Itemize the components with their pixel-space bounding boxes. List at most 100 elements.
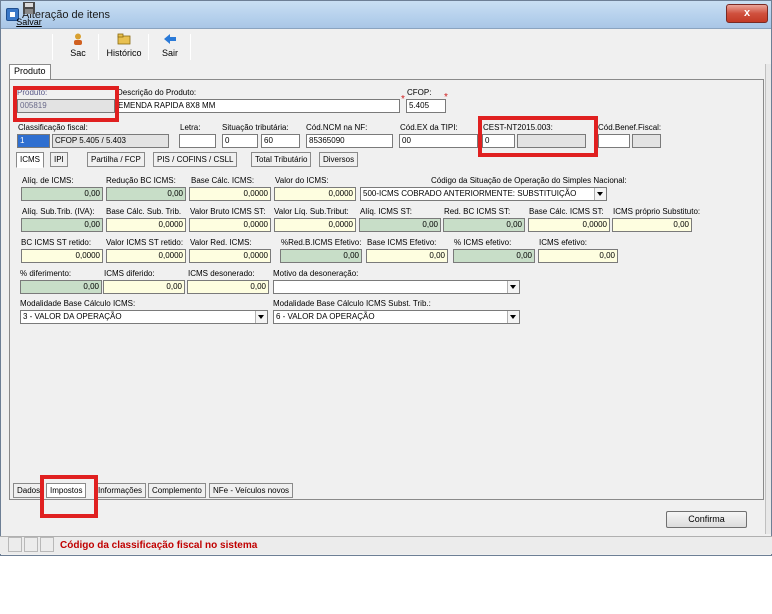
- valor-icms-field[interactable]: 0,0000: [274, 187, 356, 201]
- situacao-field-1[interactable]: 0: [222, 134, 258, 148]
- icms-efetivo-label: ICMS efetivo:: [539, 238, 588, 247]
- confirm-button[interactable]: Confirma: [666, 511, 747, 528]
- required-asterisk: *: [401, 94, 405, 105]
- mod-bc-select[interactable]: 3 - VALOR DA OPERAÇÃO: [20, 310, 268, 324]
- benef-field[interactable]: [598, 134, 630, 148]
- aliq-icms-label: Alíq. de ICMS:: [22, 176, 74, 185]
- p-icms-efetivo-label: % ICMS efetivo:: [454, 238, 512, 247]
- classificacao-label: Classificação fiscal:: [18, 123, 88, 132]
- vbruto-st-field[interactable]: 0,0000: [189, 218, 271, 232]
- tab-informacoes[interactable]: Informações: [94, 483, 147, 498]
- aliq-icms-st-field[interactable]: 0,00: [359, 218, 441, 232]
- tab-complemento[interactable]: Complemento: [148, 483, 206, 498]
- toolbar-separator: [148, 34, 149, 60]
- v-red-label: Valor Red. ICMS:: [190, 238, 252, 247]
- status-cell: [40, 537, 54, 552]
- mod-bc-st-value: 6 - VALOR DA OPERAÇÃO: [276, 312, 375, 321]
- bc-retido-label: BC ICMS ST retido:: [21, 238, 92, 247]
- icms-proprio-field[interactable]: 0,00: [612, 218, 692, 232]
- tab-ipi[interactable]: IPI: [50, 152, 68, 167]
- tab-icms[interactable]: ICMS: [16, 152, 44, 168]
- red-bc-label: Redução BC ICMS:: [106, 176, 176, 185]
- chevron-down-icon[interactable]: [507, 281, 519, 293]
- cfop-label: CFOP:: [407, 88, 432, 97]
- pred-efetivo-field[interactable]: 0,00: [280, 249, 362, 263]
- v-retido-field[interactable]: 0,0000: [106, 249, 186, 263]
- vbruto-st-label: Valor Bruto ICMS ST:: [190, 207, 266, 216]
- person-icon: [74, 33, 82, 45]
- diferimento-field[interactable]: 0,00: [20, 280, 102, 294]
- red-bc-field[interactable]: 0,00: [106, 187, 186, 201]
- title-bar[interactable]: [1, 1, 771, 29]
- p-icms-efetivo-field[interactable]: 0,00: [453, 249, 535, 263]
- letra-field[interactable]: [179, 134, 216, 148]
- tab-partilha-fcp[interactable]: Partilha / FCP: [87, 152, 145, 167]
- icms-diferido-label: ICMS diferido:: [104, 269, 155, 278]
- ncm-field[interactable]: 85365090: [306, 134, 393, 148]
- descricao-label: Descrição do Produto:: [117, 88, 197, 97]
- floppy-icon: [23, 2, 35, 14]
- aliq-st-field[interactable]: 0,00: [21, 218, 103, 232]
- cfop-field[interactable]: 5.405: [406, 99, 446, 113]
- valor-icms-label: Valor do ICMS:: [275, 176, 329, 185]
- mod-bc-value: 3 - VALOR DA OPERAÇÃO: [23, 312, 122, 321]
- base-efetivo-field[interactable]: 0,00: [366, 249, 448, 263]
- chevron-down-icon[interactable]: [594, 188, 606, 200]
- motivo-select[interactable]: [273, 280, 520, 294]
- exit-label: Sair: [161, 48, 178, 58]
- close-button[interactable]: x: [726, 4, 768, 23]
- situacao-label: Situação tributária:: [222, 123, 289, 132]
- base-calc-field[interactable]: 0,0000: [189, 187, 271, 201]
- tab-nfe-veiculos[interactable]: NFe - Veículos novos: [209, 483, 294, 498]
- status-message: Código da classificação fiscal no sistem…: [60, 540, 258, 551]
- csosn-select[interactable]: 500-ICMS COBRADO ANTERIORMENTE: SUBSTITU…: [360, 187, 607, 201]
- benef-desc-field: [632, 134, 661, 148]
- icms-diferido-field[interactable]: 0,00: [103, 280, 185, 294]
- pred-efetivo-label: %Red.B.ICMS Efetivo:: [281, 238, 362, 247]
- chevron-down-icon[interactable]: [507, 311, 519, 323]
- v-red-field[interactable]: 0,0000: [189, 249, 271, 263]
- diferimento-label: % diferimento:: [20, 269, 72, 278]
- icms-desonerado-field[interactable]: 0,00: [187, 280, 269, 294]
- sac-button[interactable]: Sac: [62, 33, 94, 62]
- tab-diversos[interactable]: Diversos: [319, 152, 359, 167]
- motivo-label: Motivo da desoneração:: [273, 269, 359, 278]
- chevron-down-icon[interactable]: [255, 311, 267, 323]
- descricao-field[interactable]: EMENDA RAPIDA 8X8 MM: [115, 99, 400, 113]
- csosn-label: Código da Situação de Operação do Simple…: [431, 176, 627, 185]
- highlight-box-impostos: [40, 475, 98, 518]
- tab-pis-cofins-csll[interactable]: PIS / COFINS / CSLL: [153, 152, 238, 167]
- save-button[interactable]: Salvar: [12, 2, 46, 31]
- folder-icon: [117, 33, 131, 45]
- classificacao-desc-field: CFOP 5.405 / 5.403: [52, 134, 169, 148]
- back-arrow-icon: [164, 34, 176, 44]
- ncm-label: Cód.NCM na NF:: [306, 123, 368, 132]
- aliq-icms-field[interactable]: 0,00: [21, 187, 103, 201]
- icms-desonerado-label: ICMS desonerado:: [188, 269, 255, 278]
- bc-retido-field[interactable]: 0,0000: [21, 249, 103, 263]
- tab-produto[interactable]: Produto: [9, 64, 51, 79]
- history-button[interactable]: Histórico: [104, 33, 144, 62]
- red-bc-st-label: Red. BC ICMS ST:: [444, 207, 511, 216]
- right-border: [765, 64, 771, 534]
- status-cell: [24, 537, 38, 552]
- codex-field[interactable]: 00: [399, 134, 478, 148]
- csosn-value: 500-ICMS COBRADO ANTERIORMENTE: SUBSTITU…: [363, 189, 577, 198]
- red-bc-st-field[interactable]: 0,00: [443, 218, 525, 232]
- exit-button[interactable]: Sair: [156, 33, 184, 62]
- aliq-st-label: Alíq. Sub.Trib. (IVA):: [22, 207, 95, 216]
- aliq-icms-st-label: Alíq. ICMS ST:: [360, 207, 413, 216]
- toolbar-separator: [98, 34, 99, 60]
- base-st-field[interactable]: 0,0000: [106, 218, 186, 232]
- tab-total-tributario[interactable]: Total Tributário: [251, 152, 312, 167]
- highlight-box-produto: [13, 86, 119, 122]
- base-icms-st-field[interactable]: 0,0000: [528, 218, 610, 232]
- letra-label: Letra:: [180, 123, 201, 132]
- classificacao-code-field[interactable]: 1: [17, 134, 50, 148]
- situacao-field-2[interactable]: 60: [261, 134, 300, 148]
- icms-efetivo-field[interactable]: 0,00: [538, 249, 618, 263]
- vliq-st-label: Valor Líq. Sub.Tribut:: [274, 207, 349, 216]
- mod-bc-st-select[interactable]: 6 - VALOR DA OPERAÇÃO: [273, 310, 520, 324]
- history-label: Histórico: [106, 48, 142, 58]
- vliq-st-field[interactable]: 0,0000: [274, 218, 356, 232]
